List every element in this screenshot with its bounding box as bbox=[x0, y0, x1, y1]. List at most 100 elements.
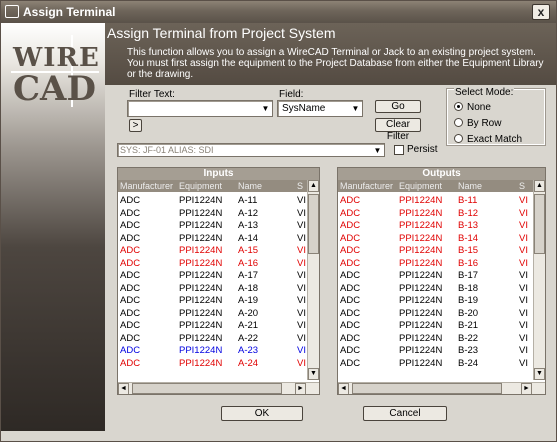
cell-s: VI bbox=[519, 282, 528, 294]
side-banner: WIRE CAD bbox=[1, 23, 105, 431]
outputs-grid[interactable]: Outputs Manufacturer Equipment Name S AD… bbox=[337, 167, 546, 395]
inputs-horizontal-scrollbar[interactable]: ◄ ► bbox=[118, 382, 319, 394]
title-bar[interactable]: Assign Terminal x bbox=[1, 1, 556, 23]
scroll-down-icon[interactable]: ▼ bbox=[308, 368, 319, 380]
table-row[interactable]: ADC PPI1224N A-14 VI bbox=[118, 232, 308, 245]
col-equipment[interactable]: Equipment bbox=[179, 181, 235, 191]
table-row[interactable]: ADC PPI1224N B-11 VI bbox=[338, 194, 534, 207]
chevron-down-icon[interactable]: ▼ bbox=[349, 101, 362, 116]
scroll-thumb[interactable] bbox=[308, 194, 319, 254]
table-row[interactable]: ADC PPI1224N B-23 VI bbox=[338, 344, 534, 357]
col-name[interactable]: Name bbox=[458, 181, 514, 191]
system-combo[interactable]: SYS: JF-01 ALIAS: SDI ▼ bbox=[117, 143, 385, 157]
filter-text-combo[interactable]: ▼ bbox=[127, 100, 273, 117]
table-row[interactable]: ADC PPI1224N A-13 VI bbox=[118, 219, 308, 232]
table-row[interactable]: ADC PPI1224N B-17 VI bbox=[338, 269, 534, 282]
cell-s: VI bbox=[519, 270, 528, 281]
table-row[interactable]: ADC PPI1224N B-16 VI bbox=[338, 257, 534, 270]
col-manufacturer[interactable]: Manufacturer bbox=[120, 181, 176, 191]
cell-name: A-17 bbox=[238, 270, 259, 281]
col-s[interactable]: S bbox=[519, 181, 529, 191]
cell-name: A-14 bbox=[238, 232, 259, 244]
cell-s: VI bbox=[519, 307, 528, 319]
scroll-left-icon[interactable]: ◄ bbox=[118, 383, 129, 394]
table-row[interactable]: ADC PPI1224N B-18 VI bbox=[338, 282, 534, 295]
cell-s: VI bbox=[297, 320, 306, 331]
close-icon[interactable]: x bbox=[532, 4, 550, 20]
col-manufacturer[interactable]: Manufacturer bbox=[340, 181, 396, 191]
ok-button[interactable]: OK bbox=[221, 406, 303, 421]
radio-exact-match-label: Exact Match bbox=[467, 134, 523, 145]
cell-equipment: PPI1224N bbox=[399, 207, 443, 219]
col-name[interactable]: Name bbox=[238, 181, 294, 191]
table-row[interactable]: ADC PPI1224N B-22 VI bbox=[338, 332, 534, 345]
table-row[interactable]: ADC PPI1224N A-12 VI bbox=[118, 207, 308, 220]
table-row[interactable]: ADC PPI1224N B-15 VI bbox=[338, 244, 534, 257]
radio-none[interactable]: None bbox=[454, 102, 491, 113]
cell-equipment: PPI1224N bbox=[399, 195, 443, 206]
table-row[interactable]: ADC PPI1224N A-20 VI bbox=[118, 307, 308, 320]
cell-equipment: PPI1224N bbox=[399, 307, 443, 319]
table-row[interactable]: ADC PPI1224N B-24 VI bbox=[338, 357, 534, 370]
cell-manufacturer: ADC bbox=[340, 245, 361, 256]
cell-equipment: PPI1224N bbox=[399, 345, 443, 356]
inputs-vertical-scrollbar[interactable]: ▲ ▼ bbox=[307, 180, 319, 380]
table-row[interactable]: ADC PPI1224N A-11 VI bbox=[118, 194, 308, 207]
table-row[interactable]: ADC PPI1224N A-19 VI bbox=[118, 294, 308, 307]
scroll-right-icon[interactable]: ► bbox=[295, 383, 306, 394]
radio-exact-match[interactable]: Exact Match bbox=[454, 134, 522, 145]
expand-filter-button[interactable]: > bbox=[129, 119, 142, 132]
scroll-thumb[interactable] bbox=[534, 194, 545, 254]
table-row[interactable]: ADC PPI1224N B-19 VI bbox=[338, 294, 534, 307]
cell-manufacturer: ADC bbox=[340, 332, 361, 344]
cell-name: B-16 bbox=[458, 257, 479, 269]
cancel-button[interactable]: Cancel bbox=[363, 406, 447, 421]
table-row[interactable]: ADC PPI1224N B-14 VI bbox=[338, 232, 534, 245]
table-row[interactable]: ADC PPI1224N B-12 VI bbox=[338, 207, 534, 220]
cell-s: VI bbox=[519, 257, 528, 269]
scroll-down-icon[interactable]: ▼ bbox=[534, 368, 545, 380]
scroll-up-icon[interactable]: ▲ bbox=[308, 180, 319, 192]
cell-manufacturer: ADC bbox=[340, 345, 361, 356]
scroll-up-icon[interactable]: ▲ bbox=[534, 180, 545, 192]
field-select[interactable]: SysName ▼ bbox=[277, 100, 363, 117]
cell-equipment: PPI1224N bbox=[179, 245, 223, 256]
clear-filter-button[interactable]: Clear Filter bbox=[375, 118, 421, 142]
outputs-vertical-scrollbar[interactable]: ▲ ▼ bbox=[533, 180, 545, 380]
outputs-horizontal-scrollbar[interactable]: ◄ ► bbox=[338, 382, 545, 394]
scroll-thumb[interactable] bbox=[132, 383, 282, 394]
table-row[interactable]: ADC PPI1224N A-24 VI bbox=[118, 357, 308, 370]
scroll-thumb[interactable] bbox=[352, 383, 502, 394]
cell-manufacturer: ADC bbox=[120, 220, 141, 231]
col-equipment[interactable]: Equipment bbox=[399, 181, 455, 191]
chevron-down-icon[interactable]: ▼ bbox=[259, 101, 272, 116]
col-s[interactable]: S bbox=[297, 181, 307, 191]
table-row[interactable]: ADC PPI1224N B-21 VI bbox=[338, 319, 534, 332]
cell-equipment: PPI1224N bbox=[179, 257, 223, 269]
table-row[interactable]: ADC PPI1224N B-20 VI bbox=[338, 307, 534, 320]
radio-by-row[interactable]: By Row bbox=[454, 118, 501, 129]
cell-equipment: PPI1224N bbox=[179, 320, 223, 331]
table-row[interactable]: ADC PPI1224N A-17 VI bbox=[118, 269, 308, 282]
cell-s: VI bbox=[297, 295, 306, 306]
persist-checkbox[interactable] bbox=[394, 145, 404, 155]
table-row[interactable]: ADC PPI1224N A-21 VI bbox=[118, 319, 308, 332]
cell-manufacturer: ADC bbox=[340, 282, 361, 294]
inputs-grid[interactable]: Inputs Manufacturer Equipment Name S ADC… bbox=[117, 167, 320, 395]
cell-equipment: PPI1224N bbox=[179, 295, 223, 306]
table-row[interactable]: ADC PPI1224N A-22 VI bbox=[118, 332, 308, 345]
cell-s: VI bbox=[519, 220, 528, 231]
cell-s: VI bbox=[519, 232, 528, 244]
scroll-right-icon[interactable]: ► bbox=[521, 383, 532, 394]
table-row[interactable]: ADC PPI1224N A-15 VI bbox=[118, 244, 308, 257]
table-row[interactable]: ADC PPI1224N A-23 VI bbox=[118, 344, 308, 357]
outputs-rows: ADC PPI1224N B-11 VI ADC PPI1224N B-12 VI ADC PPI… bbox=[338, 194, 534, 369]
table-row[interactable]: ADC PPI1224N A-16 VI bbox=[118, 257, 308, 270]
chevron-down-icon[interactable]: ▼ bbox=[371, 144, 384, 156]
table-row[interactable]: ADC PPI1224N B-13 VI bbox=[338, 219, 534, 232]
scroll-left-icon[interactable]: ◄ bbox=[338, 383, 349, 394]
cell-name: B-20 bbox=[458, 307, 479, 319]
go-button[interactable]: Go bbox=[375, 100, 421, 113]
table-row[interactable]: ADC PPI1224N A-18 VI bbox=[118, 282, 308, 295]
cell-name: A-20 bbox=[238, 307, 259, 319]
